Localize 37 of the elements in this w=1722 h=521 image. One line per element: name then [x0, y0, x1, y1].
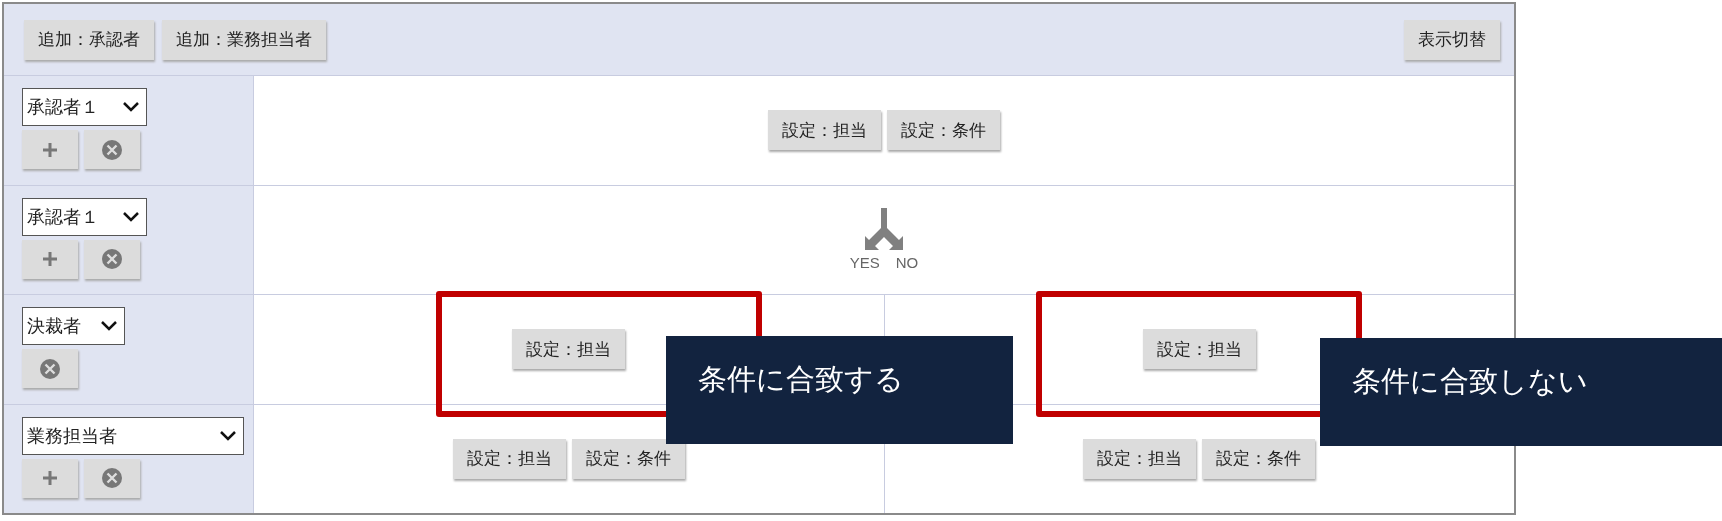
- add-button[interactable]: 追加：業務担当者: [162, 19, 326, 60]
- plus-icon: [42, 141, 58, 158]
- remove-icon-button[interactable]: [22, 349, 78, 388]
- no-label: NO: [895, 254, 919, 272]
- role-select[interactable]: 業務担当者: [22, 416, 244, 455]
- set-button[interactable]: 設定：条件: [1202, 438, 1316, 479]
- set-button[interactable]: 設定：条件: [571, 438, 685, 479]
- role-select[interactable]: 承認者１: [22, 197, 147, 236]
- callout-label: 条件に合致する: [666, 336, 1013, 444]
- close-icon: [100, 466, 124, 490]
- close-icon: [100, 137, 124, 162]
- plus-icon: [42, 251, 58, 267]
- close-icon: [100, 247, 124, 271]
- toggle-view-button[interactable]: 表示切替: [1404, 19, 1500, 60]
- set-button[interactable]: 設定：担当: [452, 438, 566, 479]
- callout-label: 条件に合致しない: [1320, 338, 1722, 446]
- role-select[interactable]: 決裁者: [22, 307, 125, 345]
- set-button[interactable]: 設定：担当: [1142, 329, 1256, 370]
- set-button[interactable]: 設定：条件: [887, 110, 1000, 151]
- remove-icon-button[interactable]: [84, 458, 140, 498]
- remove-icon-button[interactable]: [84, 130, 140, 169]
- chevron-down-icon: [219, 429, 237, 442]
- add-button[interactable]: 追加：承認者: [24, 19, 154, 60]
- chevron-down-icon: [122, 210, 140, 223]
- set-button[interactable]: 設定：担当: [512, 329, 626, 370]
- plus-icon: [42, 470, 58, 486]
- remove-icon-button[interactable]: [84, 239, 140, 279]
- role-select[interactable]: 承認者１: [22, 88, 147, 126]
- chevron-down-icon: [100, 320, 118, 332]
- set-button[interactable]: 設定：担当: [768, 110, 881, 151]
- add-icon-button[interactable]: [22, 130, 78, 169]
- chevron-down-icon: [122, 101, 140, 113]
- close-icon: [38, 356, 62, 381]
- yes-label: YES: [849, 254, 880, 272]
- set-button[interactable]: 設定：担当: [1083, 438, 1197, 479]
- add-icon-button[interactable]: [22, 239, 78, 279]
- add-icon-button[interactable]: [22, 458, 78, 498]
